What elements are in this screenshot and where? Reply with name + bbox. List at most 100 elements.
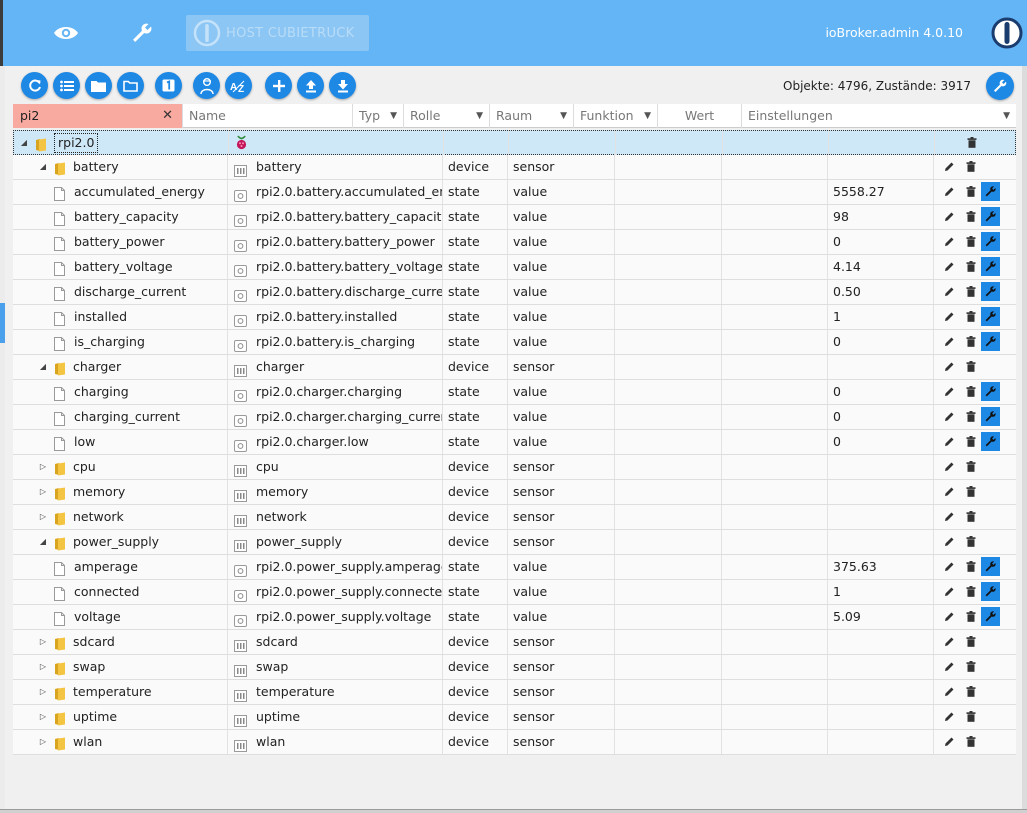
tree-row[interactable]: ▷ wlan wlan device sensor <box>13 730 1016 755</box>
column-value[interactable]: Wert <box>658 104 742 128</box>
id-filter-input[interactable]: pi2 ✕ <box>13 104 183 128</box>
settings-wrench-button[interactable] <box>981 557 1000 576</box>
tree-row[interactable]: ◢ rpi2.0 <box>13 130 1016 155</box>
edit-button[interactable] <box>940 257 959 276</box>
settings-wrench-button[interactable] <box>981 432 1000 451</box>
delete-button[interactable] <box>961 607 980 626</box>
upload-button[interactable] <box>297 72 324 99</box>
tree-row[interactable]: battery_power rpi2.0.battery.battery_powe… <box>13 230 1016 255</box>
delete-button[interactable] <box>961 257 980 276</box>
settings-wrench-button[interactable] <box>981 207 1000 226</box>
expand-toggle-icon[interactable]: ▷ <box>38 705 48 729</box>
delete-button[interactable] <box>961 382 980 401</box>
edit-button[interactable] <box>940 357 959 376</box>
settings-wrench-button[interactable] <box>981 582 1000 601</box>
tree-row[interactable]: battery_capacity rpi2.0.battery.battery_c… <box>13 205 1016 230</box>
eye-icon[interactable] <box>51 18 81 48</box>
collapse-toggle-icon[interactable]: ◢ <box>38 155 48 179</box>
delete-button[interactable] <box>961 707 980 726</box>
edit-button[interactable] <box>940 307 959 326</box>
expert-mode-button[interactable] <box>193 72 220 99</box>
tree-row[interactable]: ▷ sdcard sdcard device sensor <box>13 630 1016 655</box>
edit-button[interactable] <box>940 682 959 701</box>
tree-row[interactable]: low rpi2.0.charger.low state value 0 <box>13 430 1016 455</box>
tree-row[interactable]: installed rpi2.0.battery.installed state va… <box>13 305 1016 330</box>
edit-button[interactable] <box>940 632 959 651</box>
wrench-icon[interactable] <box>127 18 157 48</box>
tree-row[interactable]: charging_current rpi2.0.charger.charging_… <box>13 405 1016 430</box>
edit-button[interactable] <box>940 207 959 226</box>
edit-button[interactable] <box>940 657 959 676</box>
tree-row[interactable]: is_charging rpi2.0.battery.is_charging sta… <box>13 330 1016 355</box>
column-function[interactable]: Funktion ▼ <box>574 104 658 128</box>
tree-row[interactable]: discharge_current rpi2.0.battery.discharg… <box>13 280 1016 305</box>
expand-toggle-icon[interactable]: ▷ <box>38 730 48 754</box>
settings-wrench-button[interactable] <box>981 382 1000 401</box>
edit-button[interactable] <box>940 507 959 526</box>
tree-row[interactable]: ▷ temperature temperature device sensor <box>13 680 1016 705</box>
delete-button[interactable] <box>961 457 980 476</box>
edit-button[interactable] <box>940 482 959 501</box>
edit-button[interactable] <box>940 457 959 476</box>
edit-button[interactable] <box>940 707 959 726</box>
add-button[interactable] <box>265 72 292 99</box>
tree-row[interactable]: battery_voltage rpi2.0.battery.battery_vo… <box>13 255 1016 280</box>
edit-button[interactable] <box>940 557 959 576</box>
delete-button[interactable] <box>961 482 980 501</box>
settings-wrench-button[interactable] <box>981 232 1000 251</box>
download-button[interactable] <box>329 72 356 99</box>
collapse-toggle-icon[interactable]: ◢ <box>19 131 29 155</box>
delete-button[interactable] <box>961 357 980 376</box>
delete-button[interactable] <box>961 157 980 176</box>
delete-button[interactable] <box>961 682 980 701</box>
folder-button[interactable] <box>85 72 112 99</box>
tree-row[interactable]: ▷ uptime uptime device sensor <box>13 705 1016 730</box>
settings-wrench-button[interactable] <box>981 607 1000 626</box>
sort-az-button[interactable]: AZ <box>225 72 252 99</box>
scrollbar-track[interactable] <box>1022 66 1027 813</box>
tree-row[interactable]: ◢ battery battery device sensor <box>13 155 1016 180</box>
tree-row[interactable]: ◢ power_supply power_supply device sensor <box>13 530 1016 555</box>
tree-row[interactable]: voltage rpi2.0.power_supply.voltage state v… <box>13 605 1016 630</box>
collapse-toggle-icon[interactable]: ◢ <box>38 355 48 379</box>
tree-row[interactable]: ▷ swap swap device sensor <box>13 655 1016 680</box>
delete-button[interactable] <box>961 632 980 651</box>
delete-button[interactable] <box>961 307 980 326</box>
delete-button[interactable] <box>961 407 980 426</box>
delete-button[interactable] <box>961 282 980 301</box>
delete-button[interactable] <box>961 332 980 351</box>
clear-filter-icon[interactable]: ✕ <box>162 104 173 128</box>
number-one-button[interactable] <box>155 72 182 99</box>
refresh-button[interactable] <box>21 72 48 99</box>
delete-button[interactable] <box>961 432 980 451</box>
delete-button[interactable] <box>961 207 980 226</box>
edit-button[interactable] <box>940 432 959 451</box>
edit-button[interactable] <box>940 182 959 201</box>
tree-row[interactable]: amperage rpi2.0.power_supply.amperage stat… <box>13 555 1016 580</box>
edit-button[interactable] <box>940 732 959 751</box>
column-type[interactable]: Typ ▼ <box>353 104 404 128</box>
delete-button[interactable] <box>961 232 980 251</box>
tree-row[interactable]: ▷ cpu cpu device sensor <box>13 455 1016 480</box>
settings-wrench-button[interactable] <box>981 257 1000 276</box>
edit-button[interactable] <box>940 532 959 551</box>
tree-row[interactable]: accumulated_energy rpi2.0.battery.accumul… <box>13 180 1016 205</box>
settings-wrench-button[interactable] <box>981 182 1000 201</box>
delete-button[interactable] <box>961 507 980 526</box>
list-view-button[interactable] <box>53 72 80 99</box>
expand-toggle-icon[interactable]: ▷ <box>38 630 48 654</box>
expand-toggle-icon[interactable]: ▷ <box>38 680 48 704</box>
column-name[interactable]: Name <box>183 104 353 128</box>
column-role[interactable]: Rolle ▼ <box>404 104 490 128</box>
host-selector[interactable]: HOST CUBIETRUCK <box>186 15 369 51</box>
expand-toggle-icon[interactable]: ▷ <box>38 655 48 679</box>
column-room[interactable]: Raum ▼ <box>490 104 574 128</box>
column-settings[interactable]: Einstellungen ▼ <box>742 104 1016 128</box>
settings-wrench-button[interactable] <box>981 282 1000 301</box>
edit-button[interactable] <box>940 157 959 176</box>
edit-button[interactable] <box>940 607 959 626</box>
tree-row[interactable]: connected rpi2.0.power_supply.connected st… <box>13 580 1016 605</box>
tree-row[interactable]: charging rpi2.0.charger.charging state valu… <box>13 380 1016 405</box>
edit-button[interactable] <box>940 407 959 426</box>
tree-row[interactable]: ▷ network network device sensor <box>13 505 1016 530</box>
